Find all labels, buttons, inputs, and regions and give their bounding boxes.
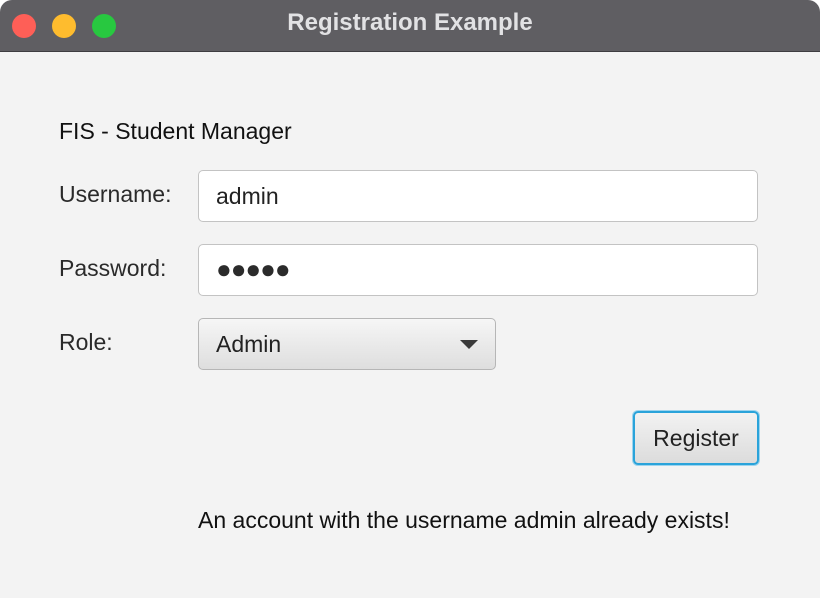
username-label: Username:: [59, 181, 172, 207]
password-input[interactable]: ●●●●●: [198, 244, 758, 296]
password-label: Password:: [59, 255, 167, 281]
title-bar: Registration Example: [0, 0, 820, 52]
username-input[interactable]: [198, 170, 758, 222]
chevron-down-icon: [460, 340, 478, 349]
app-window: Registration Example FIS - Student Manag…: [0, 0, 820, 598]
password-mask: ●●●●●: [216, 254, 291, 284]
window-title: Registration Example: [287, 9, 533, 36]
role-selected-value: Admin: [216, 331, 282, 357]
app-heading: FIS - Student Manager: [59, 118, 292, 144]
status-message: An account with the username admin alrea…: [198, 507, 730, 533]
role-dropdown[interactable]: Admin: [198, 318, 496, 370]
register-button[interactable]: Register: [633, 411, 759, 465]
role-label: Role:: [59, 329, 113, 355]
